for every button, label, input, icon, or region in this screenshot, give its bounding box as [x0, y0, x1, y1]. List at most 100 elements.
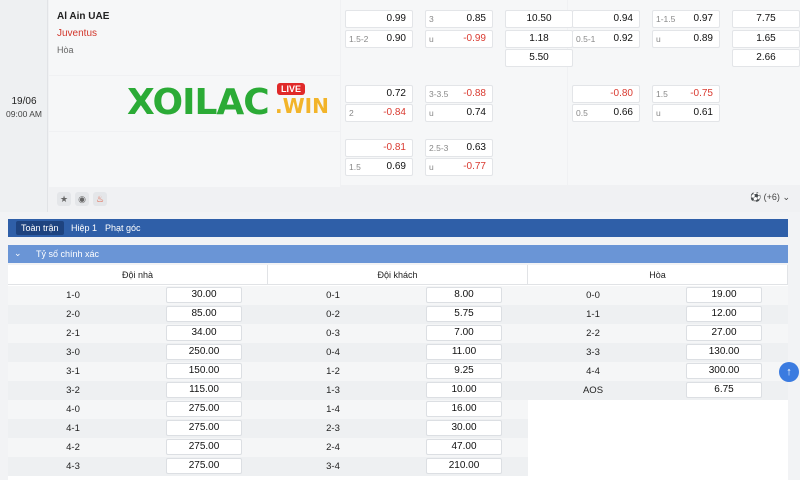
- match-date: 19/06: [11, 96, 37, 107]
- odds-value: 7.75: [756, 13, 776, 24]
- column-header: Hòa: [528, 265, 788, 285]
- extra-line-panel: [49, 132, 340, 187]
- odds-value: 0.97: [693, 13, 713, 24]
- odds-cell[interactable]: 1.65: [732, 30, 800, 48]
- score-row: 2-3 30.00: [268, 419, 528, 438]
- score-odd-button[interactable]: 115.00: [166, 382, 242, 398]
- period-tabs: Toàn trận Hiệp 1 Phạt góc: [8, 219, 788, 237]
- score-row: 1-2 9.25: [268, 362, 528, 381]
- odds-cell[interactable]: 5.50: [505, 49, 573, 67]
- fire-icon[interactable]: ♨: [93, 192, 107, 206]
- arrow-up-icon: ↑: [786, 366, 792, 378]
- score-odd-button[interactable]: 250.00: [166, 344, 242, 360]
- score-label: 0-2: [326, 309, 340, 320]
- odds-line-label: 1.5-2: [349, 34, 369, 44]
- score-odd-button[interactable]: 275.00: [166, 401, 242, 417]
- score-label: AOS: [582, 385, 604, 396]
- odds-cell[interactable]: u -0.99: [425, 30, 493, 48]
- score-label: 0-4: [326, 347, 340, 358]
- score-odd-button[interactable]: 30.00: [166, 287, 242, 303]
- odds-cell[interactable]: 1.5-2 0.90: [345, 30, 413, 48]
- score-odd-button[interactable]: 275.00: [166, 439, 242, 455]
- odds-cell[interactable]: 0.5-1 0.92: [572, 30, 640, 48]
- odds-cell[interactable]: u 0.61: [652, 104, 720, 122]
- match-card: 19/06 09:00 AM Al Ain UAE Juventus Hòa X…: [0, 0, 800, 212]
- score-odd-button[interactable]: 16.00: [426, 401, 502, 417]
- odds-value: 0.92: [613, 33, 633, 44]
- home-team[interactable]: Al Ain UAE: [57, 11, 109, 22]
- odds-cell[interactable]: u 0.74: [425, 104, 493, 122]
- score-odd-button[interactable]: 47.00: [426, 439, 502, 455]
- odds-cell[interactable]: 2.5-3 0.63: [425, 139, 493, 157]
- more-markets-button[interactable]: ⚽ (+6) ⌄: [750, 192, 790, 203]
- score-label: 4-2: [66, 442, 80, 453]
- odds-cell[interactable]: 2.66: [732, 49, 800, 67]
- scroll-to-top-button[interactable]: ↑: [779, 362, 799, 382]
- score-row: 4-0 275.00: [8, 400, 268, 419]
- odds-line-label: u: [429, 34, 434, 44]
- score-row: 4-1 275.00: [8, 419, 268, 438]
- tab-corners[interactable]: Phạt góc: [100, 221, 146, 235]
- odds-line-label: u: [656, 34, 661, 44]
- odds-cell[interactable]: 3 0.85: [425, 10, 493, 28]
- column-header: Đội khách: [268, 265, 528, 285]
- odds-cell[interactable]: 1.18: [505, 30, 573, 48]
- score-odd-button[interactable]: 8.00: [426, 287, 502, 303]
- odds-cell[interactable]: u 0.89: [652, 30, 720, 48]
- score-odd-button[interactable]: 7.00: [426, 325, 502, 341]
- score-odd-button[interactable]: 150.00: [166, 363, 242, 379]
- odds-value: 0.85: [466, 13, 486, 24]
- score-label: 1-3: [326, 385, 340, 396]
- score-odd-button[interactable]: 9.25: [426, 363, 502, 379]
- score-row: 0-1 8.00: [268, 286, 528, 305]
- odds-cell[interactable]: 1.5 -0.75: [652, 85, 720, 103]
- eye-icon[interactable]: ◉: [75, 192, 89, 206]
- odds-line-label: u: [429, 108, 434, 118]
- correct-score-section-header[interactable]: ⌄ Tỷ số chính xác: [8, 245, 788, 263]
- score-odd-button[interactable]: 275.00: [166, 420, 242, 436]
- odds-cell[interactable]: 1.5 0.69: [345, 158, 413, 176]
- score-label: 3-3: [586, 347, 600, 358]
- odds-cell[interactable]: 3-3.5 -0.88: [425, 85, 493, 103]
- score-label: 0-1: [326, 290, 340, 301]
- score-odd-button[interactable]: 130.00: [686, 344, 762, 360]
- score-odd-button[interactable]: 30.00: [426, 420, 502, 436]
- odds-cell[interactable]: 0.5 0.66: [572, 104, 640, 122]
- odds-cell[interactable]: 10.50: [505, 10, 573, 28]
- score-odd-button[interactable]: 11.00: [426, 344, 502, 360]
- score-label: 2-2: [586, 328, 600, 339]
- odds-value: 0.89: [693, 33, 713, 44]
- odds-cell[interactable]: 0.94: [572, 10, 640, 28]
- tab-first-half[interactable]: Hiệp 1: [66, 221, 102, 235]
- score-row: 1-1 12.00: [528, 305, 788, 324]
- score-row: 4-3 275.00: [8, 457, 268, 476]
- odds-cell[interactable]: 0.99: [345, 10, 413, 28]
- score-odd-button[interactable]: 300.00: [686, 363, 762, 379]
- odds-cell[interactable]: -0.80: [572, 85, 640, 103]
- score-odd-button[interactable]: 12.00: [686, 306, 762, 322]
- odds-cell[interactable]: 2 -0.84: [345, 104, 413, 122]
- odds-cell[interactable]: 0.72: [345, 85, 413, 103]
- score-odd-button[interactable]: 6.75: [686, 382, 762, 398]
- score-odd-button[interactable]: 27.00: [686, 325, 762, 341]
- odds-cell[interactable]: 1-1.5 0.97: [652, 10, 720, 28]
- score-odd-button[interactable]: 34.00: [166, 325, 242, 341]
- away-team[interactable]: Juventus: [57, 28, 97, 39]
- odds-line-label: 3-3.5: [429, 89, 449, 99]
- score-odd-button[interactable]: 5.75: [426, 306, 502, 322]
- star-icon[interactable]: ★: [57, 192, 71, 206]
- score-odd-button[interactable]: 85.00: [166, 306, 242, 322]
- score-odd-button[interactable]: 19.00: [686, 287, 762, 303]
- score-odd-button[interactable]: 210.00: [426, 458, 502, 474]
- score-odd-button[interactable]: 275.00: [166, 458, 242, 474]
- sponsor-logo: XOILAC LIVE .WIN: [49, 76, 340, 131]
- score-row: 1-3 10.00: [268, 381, 528, 400]
- score-label: 1-4: [326, 404, 340, 415]
- score-odd-button[interactable]: 10.00: [426, 382, 502, 398]
- odds-line-label: 0.5-1: [576, 34, 596, 44]
- tab-full-match[interactable]: Toàn trận: [16, 221, 64, 235]
- odds-value: 0.99: [386, 13, 406, 24]
- odds-cell[interactable]: -0.81: [345, 139, 413, 157]
- odds-cell[interactable]: 7.75: [732, 10, 800, 28]
- odds-cell[interactable]: u -0.77: [425, 158, 493, 176]
